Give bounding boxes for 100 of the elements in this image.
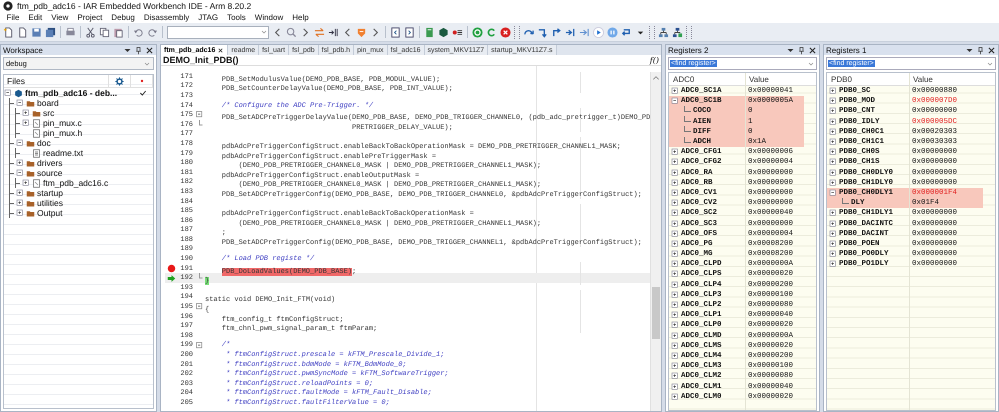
- scroll-up-icon[interactable]: [652, 74, 660, 82]
- save-all-icon[interactable]: [45, 26, 56, 38]
- download-icon[interactable]: [472, 26, 483, 38]
- collapse-icon[interactable]: [194, 110, 204, 120]
- menu-item[interactable]: Disassembly: [139, 13, 194, 22]
- expand-icon[interactable]: [671, 311, 679, 320]
- collapse-icon[interactable]: [194, 302, 204, 312]
- expand-icon[interactable]: [671, 332, 679, 340]
- expand-icon[interactable]: [829, 240, 837, 248]
- book-icon[interactable]: [424, 26, 435, 38]
- hexagon-icon[interactable]: [438, 26, 449, 38]
- column-header[interactable]: Value: [909, 74, 995, 84]
- menu-item[interactable]: Tools: [222, 13, 250, 22]
- expand-icon[interactable]: [829, 107, 837, 116]
- tree-item[interactable]: source: [37, 168, 63, 178]
- expand-icon[interactable]: [671, 148, 679, 156]
- expand-icon[interactable]: [671, 230, 679, 238]
- expand-icon[interactable]: [829, 168, 837, 177]
- expand-icon[interactable]: [829, 230, 837, 238]
- expand-icon[interactable]: [671, 240, 679, 248]
- close-icon[interactable]: [145, 46, 154, 54]
- tree-item[interactable]: ftm_pdb_adc16.c: [43, 178, 108, 188]
- expand-icon[interactable]: [16, 159, 24, 167]
- expand-icon[interactable]: [22, 179, 30, 187]
- expand-icon[interactable]: [829, 178, 837, 187]
- menu-item[interactable]: View: [46, 13, 73, 22]
- next-statement-icon[interactable]: [565, 26, 576, 38]
- expand-icon[interactable]: [671, 362, 679, 370]
- indent-icon[interactable]: [328, 26, 339, 38]
- expand-icon[interactable]: [671, 158, 679, 166]
- expand-icon[interactable]: [671, 260, 679, 268]
- new-file-icon[interactable]: [3, 26, 14, 38]
- tree-item[interactable]: drivers: [37, 158, 63, 168]
- tree-item[interactable]: utilities: [37, 198, 63, 208]
- tree-item[interactable]: readme.txt: [43, 148, 84, 158]
- close-icon[interactable]: [217, 46, 224, 54]
- tree-item[interactable]: board: [37, 98, 59, 108]
- expand-icon[interactable]: [829, 138, 837, 146]
- expand-icon[interactable]: [829, 118, 837, 126]
- expand-icon[interactable]: [829, 158, 837, 166]
- expand-icon[interactable]: [671, 301, 679, 310]
- pin-icon[interactable]: [797, 46, 806, 54]
- save-icon[interactable]: [31, 26, 42, 38]
- expand-icon[interactable]: [671, 352, 679, 360]
- expand-icon[interactable]: [829, 97, 837, 106]
- expand-icon[interactable]: [671, 321, 679, 330]
- gear-icon[interactable]: [115, 76, 124, 86]
- pin-icon[interactable]: [134, 46, 143, 54]
- stop-icon[interactable]: [500, 26, 511, 38]
- expand-icon[interactable]: [671, 188, 679, 197]
- menu-item[interactable]: Debug: [106, 13, 140, 22]
- expand-icon[interactable]: [22, 109, 30, 117]
- close-icon[interactable]: [987, 46, 996, 54]
- menu-item[interactable]: File: [2, 13, 24, 22]
- expand-icon[interactable]: [16, 209, 24, 217]
- scrollbar-thumb[interactable]: [652, 287, 660, 339]
- column-header[interactable]: Files: [4, 75, 109, 87]
- expand-icon[interactable]: [671, 199, 679, 208]
- expand-icon[interactable]: [829, 250, 837, 258]
- expand-icon[interactable]: [16, 199, 24, 207]
- cut-icon[interactable]: [85, 26, 96, 38]
- menu-item[interactable]: Edit: [24, 13, 47, 22]
- expand-icon[interactable]: [671, 280, 679, 289]
- step-out-icon[interactable]: [551, 26, 562, 38]
- expand-icon[interactable]: [22, 119, 30, 127]
- menu-item[interactable]: JTAG: [194, 13, 223, 22]
- tree-item[interactable]: pin_mux.h: [43, 128, 82, 138]
- network-icon[interactable]: [658, 26, 669, 38]
- document-icon[interactable]: [390, 26, 401, 38]
- paste-icon[interactable]: [113, 26, 124, 38]
- tree-item[interactable]: Output: [37, 208, 63, 218]
- network-icon[interactable]: [672, 26, 683, 38]
- project-name[interactable]: ftm_pdb_adc16 - deb...: [25, 88, 118, 98]
- tree-item[interactable]: doc: [37, 138, 51, 148]
- run-to-cursor-icon[interactable]: [579, 26, 590, 38]
- expand-icon[interactable]: [829, 209, 837, 218]
- close-icon[interactable]: [808, 46, 817, 54]
- expand-icon[interactable]: [671, 342, 679, 350]
- search-icon[interactable]: [286, 26, 297, 38]
- expand-icon[interactable]: [671, 209, 679, 218]
- expand-icon[interactable]: [671, 372, 679, 380]
- tree-item[interactable]: src: [43, 108, 54, 118]
- expand-icon[interactable]: [829, 220, 837, 228]
- expand-icon[interactable]: [829, 87, 837, 96]
- new-file-icon[interactable]: [17, 26, 28, 38]
- expand-icon[interactable]: [671, 220, 679, 228]
- expand-icon[interactable]: [671, 392, 679, 401]
- tree-item[interactable]: startup: [37, 188, 63, 198]
- collapse-icon[interactable]: [16, 139, 24, 147]
- expand-icon[interactable]: [16, 189, 24, 197]
- expand-icon[interactable]: [829, 260, 837, 268]
- print-icon[interactable]: [65, 26, 76, 38]
- expand-icon[interactable]: [671, 178, 679, 187]
- step-into-icon[interactable]: [537, 26, 548, 38]
- expand-icon[interactable]: [671, 168, 679, 177]
- expand-icon[interactable]: [671, 290, 679, 299]
- expand-icon[interactable]: [829, 128, 837, 136]
- column-header[interactable]: Value: [745, 74, 816, 84]
- restart-icon[interactable]: [486, 26, 497, 38]
- expand-icon[interactable]: [671, 270, 679, 278]
